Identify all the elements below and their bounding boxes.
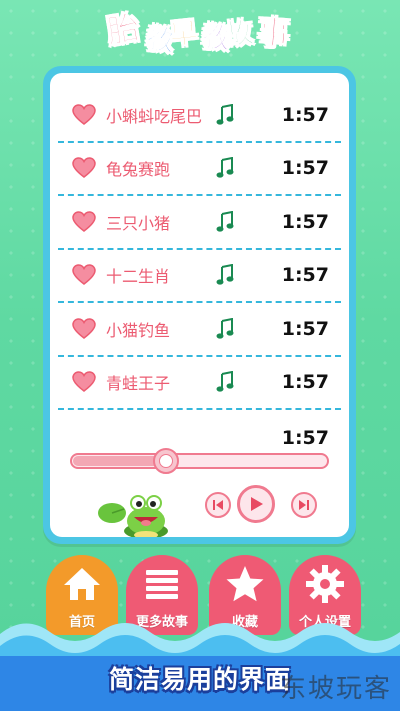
song-duration: 1:57 — [281, 157, 329, 180]
song-duration: 1:57 — [281, 371, 329, 394]
gear-icon — [304, 563, 346, 605]
progress-bar[interactable] — [70, 448, 329, 474]
song-row[interactable]: 青蛙王子 1:57 — [58, 357, 341, 410]
heart-icon[interactable] — [72, 157, 96, 179]
music-note-icon — [216, 264, 234, 286]
title-char: 事 — [256, 12, 292, 54]
music-note-icon — [216, 371, 234, 393]
app-title: 胎教早教故事 — [0, 6, 400, 58]
song-duration: 1:57 — [281, 103, 329, 126]
song-duration: 1:57 — [281, 317, 329, 340]
song-duration: 1:57 — [281, 264, 329, 287]
song-row[interactable]: 小猫钓鱼 1:57 — [58, 303, 341, 357]
song-title: 龟兔赛跑 — [106, 160, 171, 180]
music-note-icon — [216, 103, 234, 126]
skip-next-icon — [299, 500, 309, 510]
song-title: 小猫钓鱼 — [106, 320, 171, 340]
player-card-inner: 小蝌蚪吃尾巴 1:57 龟兔赛跑 1:57 三只小猪 1:57 十二生肖 1:57 小猫钓鱼 1:… — [50, 73, 349, 537]
heart-icon[interactable] — [72, 264, 96, 286]
music-note-icon — [216, 210, 234, 233]
watermark: 东坡玩客 — [280, 674, 393, 704]
title-char: 早 — [167, 15, 200, 52]
frog-mascot-icon — [98, 495, 168, 537]
current-time: 1:57 — [281, 427, 329, 449]
song-title: 青蛙王子 — [106, 374, 171, 394]
heart-icon[interactable] — [72, 210, 96, 233]
home-icon — [61, 563, 103, 605]
play-button[interactable] — [237, 485, 275, 523]
song-duration: 1:57 — [281, 210, 329, 233]
song-row[interactable]: 小蝌蚪吃尾巴 1:57 — [58, 89, 341, 143]
song-title: 十二生肖 — [106, 267, 171, 287]
star-icon — [224, 563, 266, 605]
heart-icon[interactable] — [72, 371, 96, 393]
song-title: 小蝌蚪吃尾巴 — [106, 106, 203, 126]
song-row[interactable]: 龟兔赛跑 1:57 — [58, 143, 341, 196]
heart-icon[interactable] — [72, 103, 96, 126]
player-card: 小蝌蚪吃尾巴 1:57 龟兔赛跑 1:57 三只小猪 1:57 十二生肖 1:57 小猫钓鱼 1:… — [43, 66, 356, 544]
list-icon — [141, 563, 183, 605]
progress-thumb[interactable] — [153, 448, 179, 474]
song-row[interactable]: 十二生肖 1:57 — [58, 250, 341, 303]
skip-previous-icon — [213, 500, 223, 510]
title-char: 胎 — [104, 7, 143, 51]
music-note-icon — [216, 317, 234, 340]
music-note-icon — [216, 157, 234, 179]
song-list: 小蝌蚪吃尾巴 1:57 龟兔赛跑 1:57 三只小猪 1:57 十二生肖 1:57 小猫钓鱼 1:… — [50, 89, 349, 410]
song-row[interactable]: 三只小猪 1:57 — [58, 196, 341, 250]
play-icon — [251, 497, 263, 511]
song-title: 三只小猪 — [106, 213, 171, 233]
next-button[interactable] — [291, 492, 317, 518]
heart-icon[interactable] — [72, 317, 96, 340]
title-char: 故 — [222, 15, 256, 53]
previous-button[interactable] — [205, 492, 231, 518]
